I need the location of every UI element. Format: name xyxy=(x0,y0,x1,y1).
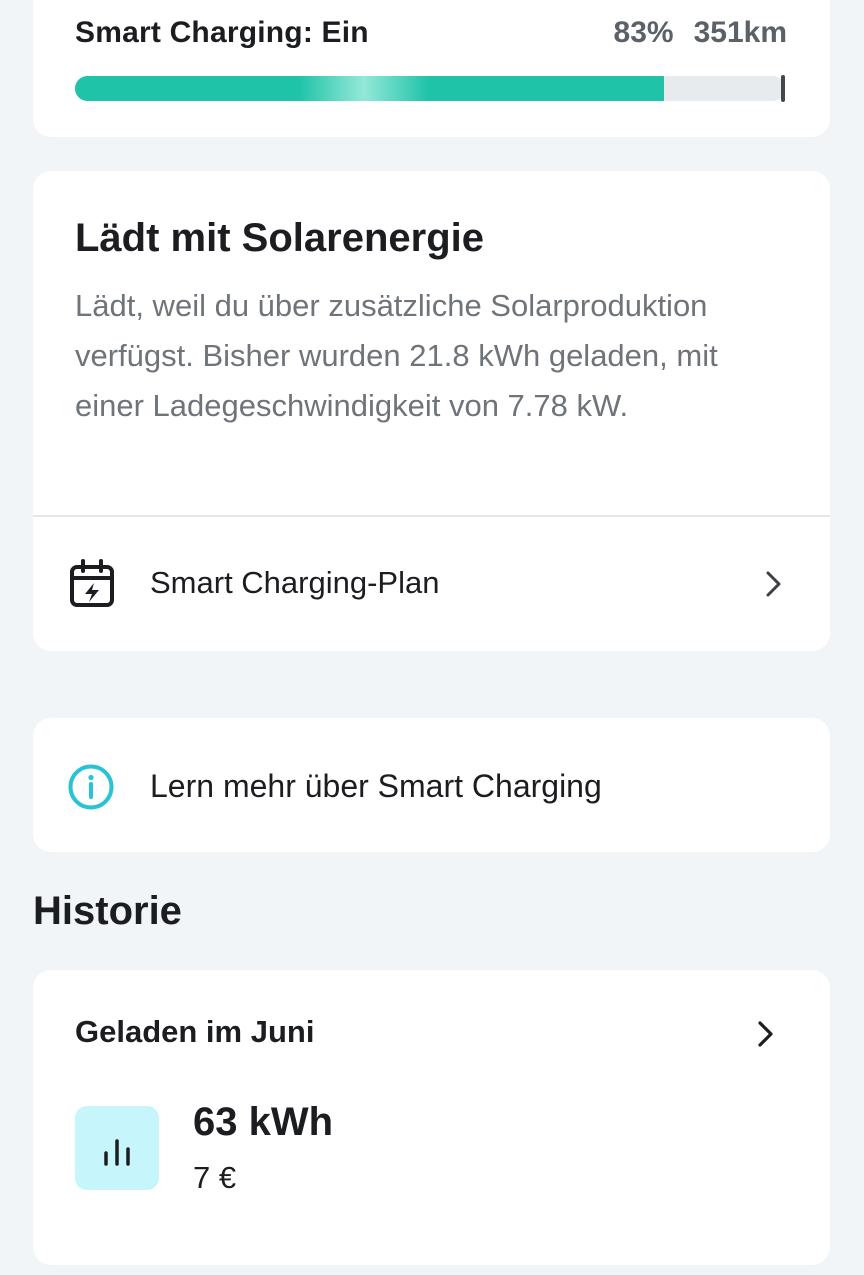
smart-charging-plan-label: Smart Charging-Plan xyxy=(150,565,440,600)
chevron-right-icon xyxy=(766,571,781,597)
history-card-title: Geladen im Juni xyxy=(75,1014,315,1049)
battery-values: 83% 351km xyxy=(614,16,787,50)
learn-more-link[interactable]: Lern mehr über Smart Charging xyxy=(150,768,602,805)
solar-title: Lädt mit Solarenergie xyxy=(75,216,484,260)
learn-more-card[interactable]: Lern mehr über Smart Charging xyxy=(33,718,830,852)
history-chart-badge xyxy=(75,1106,159,1190)
history-energy: 63 kWh xyxy=(193,1100,334,1144)
solar-description: Lädt, weil du über zusätzliche Solarprod… xyxy=(75,288,718,423)
history-cost: 7 € xyxy=(193,1160,237,1195)
history-card[interactable]: Geladen im Juni 63 kWh 7 € xyxy=(33,970,830,1265)
battery-progress-fill xyxy=(75,76,665,101)
smart-charging-status: Smart Charging: Ein xyxy=(75,16,369,49)
solar-charging-card: Lädt mit Solarenergie Lädt, weil du über… xyxy=(33,171,830,651)
bar-chart-icon xyxy=(104,1139,130,1166)
battery-range: 351km xyxy=(693,16,787,49)
battery-percent: 83% xyxy=(613,16,674,49)
chevron-right-icon xyxy=(758,1021,773,1047)
charge-limit-marker xyxy=(781,75,785,102)
history-section-title: Historie xyxy=(33,889,182,933)
info-icon xyxy=(68,764,114,810)
charging-status-card: Smart Charging: Ein 83% 351km xyxy=(33,0,830,137)
status-row: Smart Charging: Ein 83% 351km xyxy=(75,16,787,50)
battery-progress-bar xyxy=(75,75,785,102)
calendar-bolt-icon xyxy=(70,559,114,607)
smart-charging-plan-row[interactable]: Smart Charging-Plan xyxy=(33,517,830,651)
